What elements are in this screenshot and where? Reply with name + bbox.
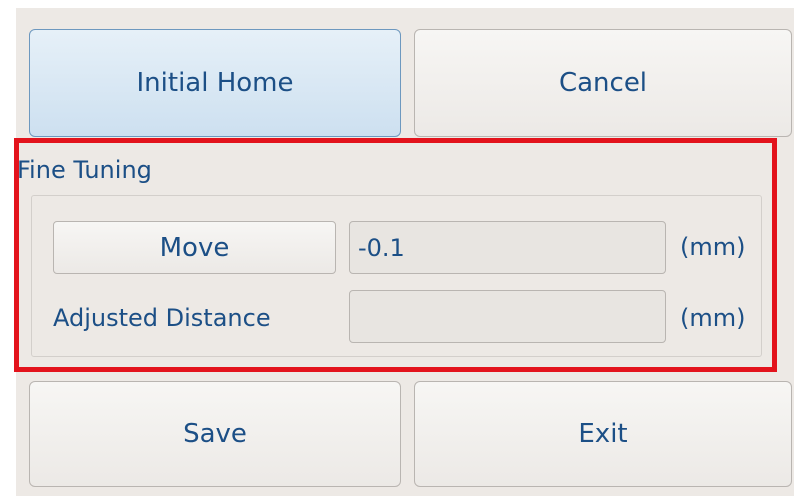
adjusted-distance-label: Adjusted Distance	[53, 304, 271, 332]
initial-home-button[interactable]: Initial Home	[29, 29, 401, 137]
adjusted-unit-label: (mm)	[680, 304, 746, 332]
cancel-button[interactable]: Cancel	[414, 29, 792, 137]
adjusted-distance-field[interactable]	[349, 290, 666, 343]
move-button[interactable]: Move	[53, 221, 336, 274]
move-unit-label: (mm)	[680, 233, 746, 261]
save-button[interactable]: Save	[29, 381, 401, 487]
move-distance-field[interactable]: -0.1	[349, 221, 666, 274]
fine-tuning-title: Fine Tuning	[17, 156, 152, 184]
exit-button[interactable]: Exit	[414, 381, 792, 487]
